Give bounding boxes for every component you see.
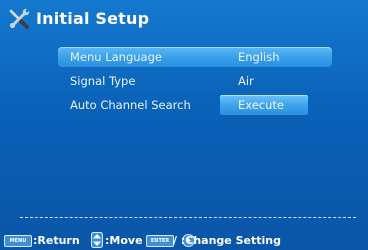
footer-help-bar: MENU :Return :Move ENTER / :Change Setti…	[0, 228, 368, 250]
signal-type-label: Signal Type	[70, 74, 136, 88]
title-bar: Initial Setup	[0, 0, 368, 36]
enter-key-icon: ENTER	[146, 235, 174, 247]
menu-item-language[interactable]: Menu Language English	[58, 47, 332, 67]
menu-item-auto-channel-search[interactable]: Auto Channel Search Execute	[58, 95, 332, 115]
execute-button[interactable]: Execute	[220, 95, 308, 115]
setup-screen: Initial Setup Menu Language English Sign…	[0, 0, 368, 250]
signal-type-value: Air	[238, 74, 254, 88]
return-hint: :Return	[33, 234, 80, 247]
menu-language-value: English	[238, 50, 280, 64]
page-title: Initial Setup	[36, 9, 150, 28]
menu-key-icon: MENU	[4, 235, 32, 247]
change-setting-hint: / :Change Setting	[173, 234, 281, 247]
auto-channel-search-label: Auto Channel Search	[70, 98, 191, 112]
menu-item-signal-type[interactable]: Signal Type Air	[58, 71, 332, 91]
divider	[20, 217, 356, 218]
tools-icon	[9, 8, 30, 29]
menu-language-label: Menu Language	[70, 50, 162, 64]
move-hint: :Move	[105, 234, 143, 247]
up-down-arrows-icon	[91, 232, 103, 248]
execute-button-label: Execute	[238, 98, 284, 112]
